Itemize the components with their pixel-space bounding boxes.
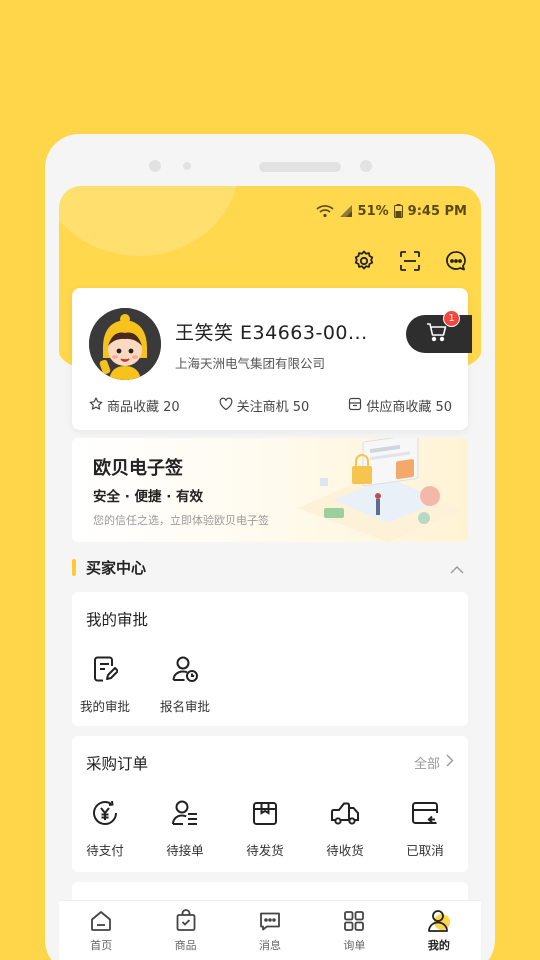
approval-card: 我的审批 我的审批 报名审批 (72, 592, 468, 726)
banner-subtitle: 安全 · 便捷 · 有效 (93, 489, 204, 505)
home-icon (88, 908, 114, 934)
approval-doc-icon (90, 654, 120, 684)
order-cancelled[interactable]: 已取消 (392, 798, 458, 859)
purchase-orders-card: 采购订单 全部 待支付 待接单 待发货 待收货 已取消 (72, 736, 468, 872)
cart-badge: 1 (443, 310, 460, 327)
buyer-center-header[interactable]: 买家中心 (72, 556, 468, 580)
avatar[interactable] (89, 308, 161, 380)
tab-inquiries[interactable]: 询单 (312, 901, 396, 960)
section-title: 买家中心 (86, 559, 147, 577)
stat-supplier-favorites[interactable]: 供应商收藏 50 (348, 396, 452, 415)
company-name: 上海天洲电气集团有限公司 (175, 356, 326, 371)
signal-icon (339, 204, 353, 218)
profile-stats: 商品收藏 20 关注商机 50 供应商收藏 50 (72, 396, 468, 415)
chat-icon (257, 908, 283, 934)
profile-icon (426, 908, 452, 934)
order-pending-payment[interactable]: 待支付 (72, 798, 138, 859)
approval-registration[interactable]: 报名审批 (152, 654, 218, 715)
battery-icon (393, 204, 403, 218)
header-decoration (59, 186, 239, 256)
banner-title: 欧贝电子签 (93, 458, 183, 479)
bottom-tab-bar: 首页 商品 消息 询单 我的 (59, 900, 481, 960)
profile-card: 王笑笑 E34663-00... 上海天洲电气集团有限公司 1 商品收藏 20 … (72, 288, 472, 430)
star-icon (89, 396, 103, 415)
cancel-icon (410, 798, 440, 828)
status-bar: 51% 9:45 PM (316, 202, 467, 220)
tab-mine[interactable]: 我的 (397, 901, 481, 960)
section-accent-bar (72, 559, 76, 576)
battery-percent: 51% (357, 203, 389, 219)
scan-icon[interactable] (397, 248, 423, 274)
yuan-icon (90, 798, 120, 828)
esign-illustration (278, 438, 468, 542)
tab-products[interactable]: 商品 (143, 901, 227, 960)
order-pending-shipment[interactable]: 待发货 (232, 798, 298, 859)
cart-icon (426, 322, 448, 346)
sensor-dot (183, 162, 191, 170)
gear-icon[interactable] (351, 248, 377, 274)
header-actions (351, 248, 469, 274)
order-pending-accept[interactable]: 待接单 (152, 798, 218, 859)
chevron-right-icon (446, 754, 454, 771)
approval-my-approvals[interactable]: 我的审批 (72, 654, 138, 715)
esign-banner[interactable]: 欧贝电子签 安全 · 便捷 · 有效 您的信任之选，立即体验欧贝电子签 (72, 438, 468, 542)
bag-icon (173, 908, 199, 934)
speaker-grill (259, 162, 341, 172)
orders-card-title: 采购订单 (86, 755, 149, 773)
user-name: 王笑笑 E34663-00... (175, 322, 368, 344)
approval-card-title: 我的审批 (86, 611, 149, 629)
banner-description: 您的信任之选，立即体验欧贝电子签 (93, 514, 269, 527)
clock: 9:45 PM (407, 203, 467, 219)
order-pending-receipt[interactable]: 待收货 (312, 798, 378, 859)
box-icon (250, 798, 280, 828)
app-screen: 51% 9:45 PM 王笑笑 E34663-00... 上海天洲电气集团有限公… (59, 186, 481, 960)
tab-home[interactable]: 首页 (59, 901, 143, 960)
message-icon[interactable] (443, 248, 469, 274)
tab-messages[interactable]: 消息 (228, 901, 312, 960)
wifi-icon (316, 204, 334, 218)
front-camera (149, 160, 161, 172)
sensor-dot (360, 160, 372, 172)
orders-view-all[interactable]: 全部 (414, 753, 454, 772)
stat-followed-opportunities[interactable]: 关注商机 50 (219, 396, 309, 415)
cart-button[interactable]: 1 (406, 310, 472, 353)
grid-icon (341, 908, 367, 934)
user-list-icon (170, 798, 200, 828)
chevron-up-icon[interactable] (450, 560, 464, 579)
stat-product-favorites[interactable]: 商品收藏 20 (89, 396, 180, 415)
heart-icon (219, 397, 233, 415)
user-clock-icon (170, 654, 200, 684)
truck-icon (330, 798, 360, 828)
store-icon (348, 397, 362, 415)
